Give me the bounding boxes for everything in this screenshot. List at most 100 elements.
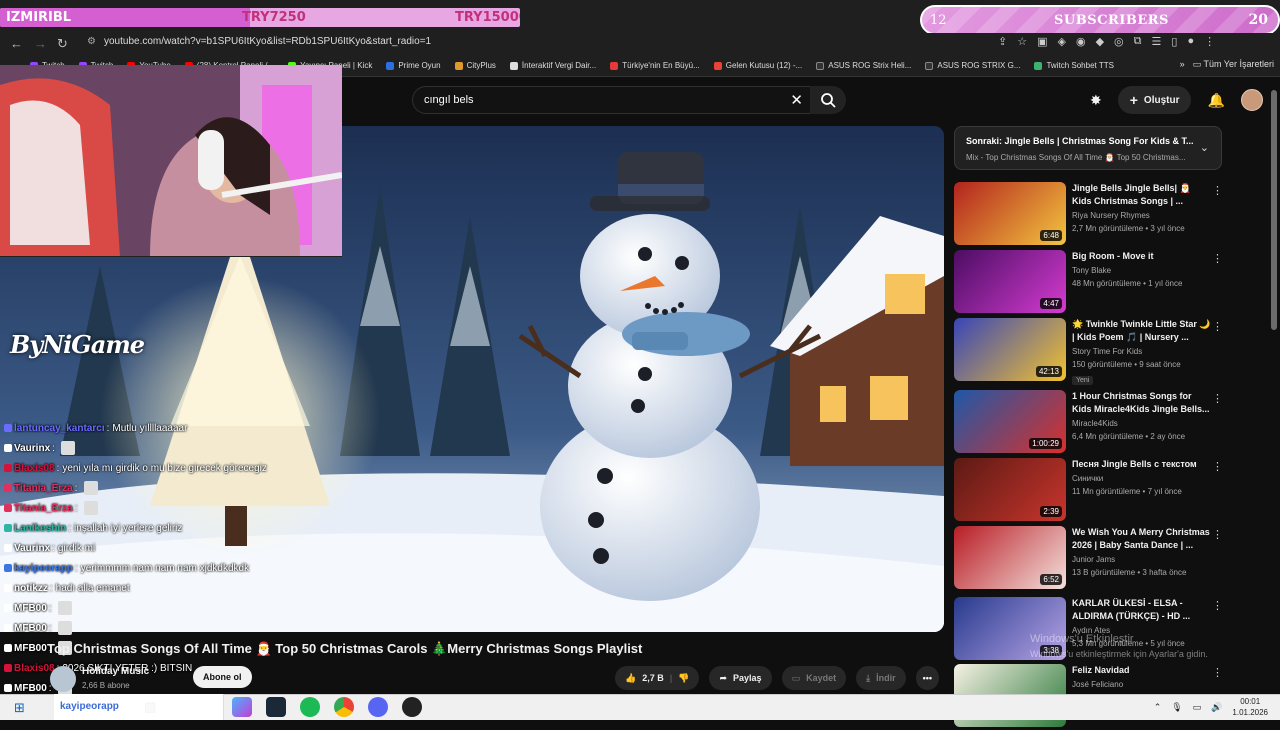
- more-vertical-icon[interactable]: ⋮: [1212, 528, 1223, 541]
- video-thumbnail[interactable]: 2:39: [954, 458, 1066, 521]
- download-button[interactable]: ⤓ İndir: [856, 666, 906, 690]
- all-bookmarks-folder[interactable]: ▭ Tüm Yer İşaretleri: [1193, 59, 1274, 70]
- bookmark-item[interactable]: CityPlus: [454, 61, 496, 70]
- bookmark-item[interactable]: ASUS ROG STRIX G...: [925, 61, 1020, 70]
- obs-icon[interactable]: [402, 697, 422, 717]
- copilot-icon[interactable]: [232, 697, 252, 717]
- save-button[interactable]: ▭ Kaydet: [781, 666, 847, 690]
- more-vertical-icon[interactable]: ⋮: [1212, 666, 1223, 679]
- tab-search-icon[interactable]: ☰: [1152, 35, 1162, 48]
- more-vertical-icon[interactable]: ⋮: [1212, 599, 1223, 612]
- bookmark-item[interactable]: Türkiye'nin En Büyü...: [610, 61, 700, 70]
- video-title-link[interactable]: Big Room - Move it: [1072, 250, 1212, 263]
- video-title-link[interactable]: 1 Hour Christmas Songs for Kids Miracle4…: [1072, 390, 1212, 416]
- bookmark-item[interactable]: ASUS ROG Strix Heli...: [816, 61, 911, 70]
- taskbar-widget-icon[interactable]: ▨: [144, 699, 156, 715]
- chrome-icon[interactable]: [334, 697, 354, 717]
- recommended-video[interactable]: 1:00:29 1 Hour Christmas Songs for Kids M…: [954, 390, 1224, 456]
- video-title-link[interactable]: Jingle Bells Jingle Bells| 🎅 Kids Christ…: [1072, 182, 1212, 208]
- search-button[interactable]: [810, 86, 846, 114]
- clock[interactable]: 00:01 1.01.2026: [1232, 696, 1268, 718]
- forward-icon[interactable]: →: [34, 36, 47, 51]
- chat-username: Titania_Erza: [14, 502, 73, 514]
- menu-icon[interactable]: ⋮: [1204, 35, 1215, 48]
- video-channel[interactable]: José Feliciano: [1072, 680, 1212, 689]
- bookmark-item[interactable]: Prime Oyun: [386, 61, 441, 70]
- recommended-video[interactable]: 6:52 We Wish You A Merry Christmas 2026 |…: [954, 526, 1224, 592]
- notifications-bell-icon[interactable]: 🔔: [1207, 92, 1224, 109]
- extension-icon[interactable]: ◉: [1076, 35, 1086, 48]
- back-icon[interactable]: ←: [10, 36, 23, 51]
- discord-icon[interactable]: [368, 697, 388, 717]
- recommended-video[interactable]: 6:48 Jingle Bells Jingle Bells| 🎅 Kids Ch…: [954, 182, 1224, 248]
- video-channel[interactable]: Riya Nursery Rhymes: [1072, 211, 1212, 220]
- windows-start-icon[interactable]: ⊞: [14, 700, 25, 716]
- recommended-video[interactable]: 4:47 Big Room - Move it Tony Blake 48 Mn gö…: [954, 250, 1224, 316]
- chevron-down-icon[interactable]: ⌄: [1200, 141, 1209, 154]
- video-title-link[interactable]: Песня Jingle Bells с текстом: [1072, 458, 1212, 471]
- video-thumbnail[interactable]: 42:13: [954, 318, 1066, 381]
- install-icon[interactable]: ⇪: [998, 35, 1007, 48]
- bookmark-item[interactable]: Gelen Kutusu (12) -...: [713, 61, 802, 70]
- volume-icon[interactable]: 🔊: [1211, 702, 1222, 713]
- create-button[interactable]: + Oluştur: [1117, 86, 1192, 114]
- video-thumbnail[interactable]: 4:47: [954, 250, 1066, 313]
- video-thumbnail[interactable]: 6:48: [954, 182, 1066, 245]
- more-vertical-icon[interactable]: ⋮: [1212, 392, 1223, 405]
- puzzle-icon[interactable]: ⧉: [1134, 35, 1142, 48]
- chevron-up-icon[interactable]: ⌃: [1154, 702, 1162, 713]
- video-channel[interactable]: Miracle4Kids: [1072, 419, 1212, 428]
- network-icon[interactable]: ▭: [1193, 702, 1202, 713]
- spotify-icon[interactable]: [300, 697, 320, 717]
- extension-icon[interactable]: ◈: [1058, 35, 1066, 48]
- video-channel[interactable]: Story Time For Kids: [1072, 347, 1212, 356]
- url-field[interactable]: ⚙ youtube.com/watch?v=b1SPU6ItKyo&list=R…: [78, 33, 998, 53]
- premium-badge-icon[interactable]: ✸: [1090, 92, 1102, 109]
- page-scrollbar[interactable]: [1271, 90, 1277, 330]
- video-thumbnail[interactable]: 1:00:29: [954, 390, 1066, 453]
- mix-playlist-box[interactable]: Sonraki: Jingle Bells | Christmas Song F…: [954, 126, 1222, 170]
- sidebar-icon[interactable]: ▯: [1171, 35, 1177, 48]
- subscribe-button[interactable]: Abone ol: [193, 666, 252, 688]
- recommended-video[interactable]: 2:39 Песня Jingle Bells с текстом Синички 1…: [954, 458, 1224, 524]
- channel-avatar[interactable]: [50, 666, 76, 692]
- more-vertical-icon[interactable]: ⋮: [1212, 320, 1223, 333]
- bookmark-item[interactable]: Twitch Sohbet TTS: [1034, 61, 1114, 70]
- extension-icon[interactable]: ◎: [1114, 35, 1124, 48]
- extension-icon[interactable]: ▣: [1037, 35, 1047, 48]
- video-channel[interactable]: Tony Blake: [1072, 266, 1212, 275]
- clear-search-icon[interactable]: ✕: [790, 91, 803, 109]
- channel-name[interactable]: Holiday Music: [82, 666, 149, 677]
- steam-icon[interactable]: [266, 697, 286, 717]
- more-bookmarks-icon[interactable]: »: [1180, 59, 1185, 70]
- taskbar-search[interactable]: kayipeorapp ▨: [54, 694, 224, 720]
- more-vertical-icon[interactable]: ⋮: [1212, 252, 1223, 265]
- video-title-link[interactable]: We Wish You A Merry Christmas 2026 | Bab…: [1072, 526, 1212, 552]
- chat-message: Vaurinx:: [0, 438, 300, 458]
- like-button[interactable]: 👍 2,7 B | 👎: [615, 666, 700, 690]
- search-input[interactable]: cıngıl bels ✕: [412, 86, 812, 114]
- video-channel[interactable]: Junior Jams: [1072, 555, 1212, 564]
- chat-badge-icon: [4, 584, 12, 592]
- video-thumbnail[interactable]: 6:52: [954, 526, 1066, 589]
- reload-icon[interactable]: ↻: [57, 36, 68, 52]
- thumbs-down-icon[interactable]: 👎: [678, 673, 689, 684]
- recommended-video[interactable]: 42:13 🌟 Twinkle Twinkle Little Star 🌙 | K…: [954, 318, 1224, 385]
- account-avatar[interactable]: [1240, 89, 1263, 111]
- profile-avatar-icon[interactable]: ●: [1187, 35, 1194, 48]
- bookmark-star-icon[interactable]: ☆: [1017, 35, 1027, 48]
- more-actions-button[interactable]: •••: [915, 666, 940, 690]
- extension-icon[interactable]: ◆: [1096, 35, 1104, 48]
- chat-message: Titania_Erza:: [0, 498, 300, 518]
- system-tray: ⌃ 🎙 ▭ 🔊 00:01 1.01.2026: [1154, 696, 1268, 718]
- more-vertical-icon[interactable]: ⋮: [1212, 460, 1223, 473]
- bookmark-item[interactable]: İnteraktif Vergi Dair...: [509, 61, 596, 70]
- share-button[interactable]: ➦ Paylaş: [709, 666, 772, 690]
- video-title-link[interactable]: Feliz Navidad: [1072, 664, 1212, 677]
- microphone-icon[interactable]: 🎙: [1171, 702, 1182, 713]
- more-vertical-icon[interactable]: ⋮: [1212, 184, 1223, 197]
- video-channel[interactable]: Синички: [1072, 474, 1212, 483]
- video-title-link[interactable]: 🌟 Twinkle Twinkle Little Star 🌙 | Kids P…: [1072, 318, 1212, 344]
- video-title-link[interactable]: KARLAR ÜLKESİ - ELSA - ALDIRMA (TÜRKÇE) …: [1072, 597, 1212, 623]
- site-info-icon[interactable]: ⚙: [87, 36, 96, 47]
